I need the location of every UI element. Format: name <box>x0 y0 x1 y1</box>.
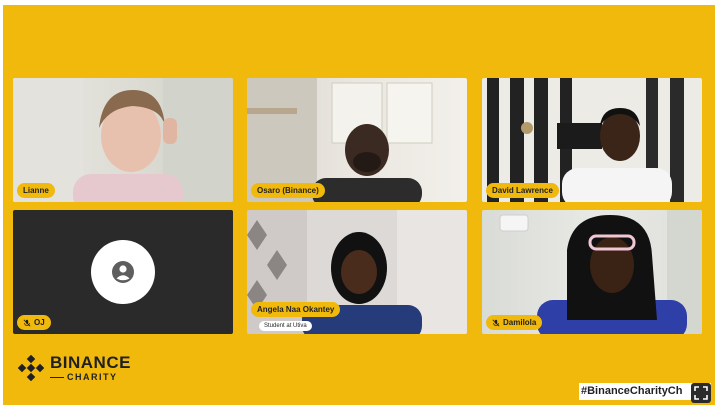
name-tag: David Lawrence <box>486 183 559 198</box>
name-tag: Angela Naa Okantey <box>251 302 341 317</box>
name-tag: Osaro (Binance) <box>251 183 325 198</box>
participant-name: David Lawrence <box>492 186 553 195</box>
participant-name: OJ <box>34 318 45 327</box>
fullscreen-icon <box>694 386 708 400</box>
participant-tile-lianne[interactable]: Lianne <box>13 78 233 202</box>
logo-dash <box>50 376 64 379</box>
mic-off-icon <box>492 319 500 326</box>
participant-tile-david-lawrence[interactable]: David Lawrence <box>482 78 702 202</box>
participant-subtitle: Student at Utiva <box>259 321 312 331</box>
participant-name: Osaro (Binance) <box>257 186 319 195</box>
participant-name: Damilola <box>503 318 537 327</box>
logo-sub: CHARITY <box>67 372 118 382</box>
mic-off-icon <box>23 319 31 326</box>
participant-tile-angela[interactable]: Angela Naa Okantey Student at Utiva <box>247 210 467 334</box>
participant-tile-osaro[interactable]: Osaro (Binance) <box>247 78 467 202</box>
participant-name: Angela Naa Okantey <box>257 305 335 314</box>
name-tag: OJ <box>17 315 51 330</box>
logo-subline: CHARITY <box>50 373 131 382</box>
participant-tile-oj[interactable]: OJ <box>13 210 233 334</box>
name-tag: Damilola <box>486 315 543 330</box>
logo-wordmark: BINANCE CHARITY <box>50 354 131 382</box>
video-call-stage: Lianne Osaro (Binance) David Lawrence OJ… <box>3 5 715 405</box>
user-avatar-icon <box>91 240 155 304</box>
name-tag: Lianne <box>17 183 55 198</box>
fullscreen-button[interactable] <box>691 383 711 403</box>
binance-charity-logo: BINANCE CHARITY <box>18 354 131 382</box>
binance-logo-icon <box>18 355 44 381</box>
participant-tile-damilola[interactable]: Damilola <box>482 210 702 334</box>
participant-name: Lianne <box>23 186 49 195</box>
logo-word: BINANCE <box>50 353 131 372</box>
